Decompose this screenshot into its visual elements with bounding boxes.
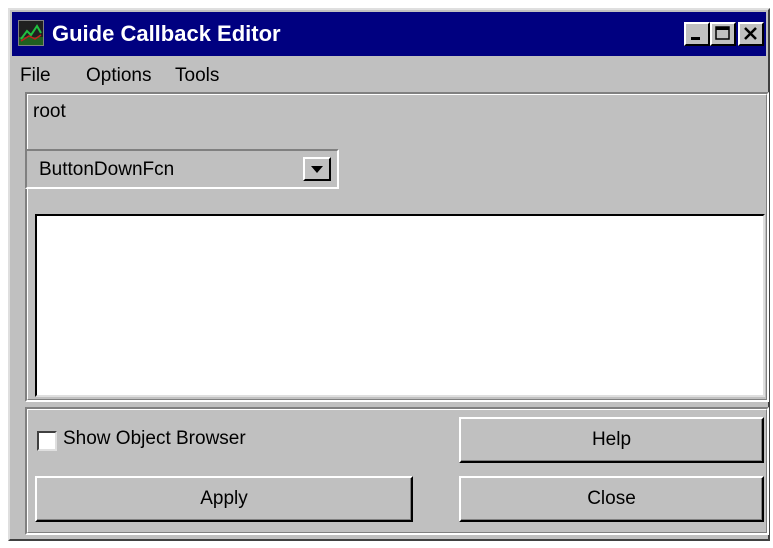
menu-file[interactable]: File	[20, 65, 51, 87]
apply-button[interactable]: Apply	[35, 476, 413, 522]
window-title: Guide Callback Editor	[52, 21, 281, 46]
minimize-button[interactable]	[684, 22, 710, 46]
callback-code-editor[interactable]	[35, 214, 765, 397]
app-icon[interactable]	[18, 20, 44, 46]
menu-tools[interactable]: Tools	[175, 65, 219, 87]
chevron-down-icon	[311, 166, 323, 173]
menu-bar: File Options Tools	[12, 58, 766, 94]
menu-options[interactable]: Options	[86, 65, 151, 87]
maximize-button[interactable]	[710, 22, 736, 46]
title-bar[interactable]: Guide Callback Editor	[12, 12, 766, 56]
matlab-logo-icon	[19, 21, 43, 45]
close-icon	[744, 27, 757, 40]
callback-select-dropdown-button[interactable]	[303, 157, 331, 181]
show-object-browser-label[interactable]: Show Object Browser	[63, 428, 246, 450]
minimize-icon	[691, 37, 700, 40]
help-button[interactable]: Help	[459, 417, 764, 463]
close-window-button[interactable]	[738, 22, 764, 46]
show-object-browser-checkbox[interactable]	[37, 431, 57, 451]
object-name-label: root	[33, 101, 66, 122]
callback-select-value: ButtonDownFcn	[39, 159, 175, 180]
close-button[interactable]: Close	[459, 476, 764, 522]
maximize-icon	[715, 26, 730, 40]
callback-select[interactable]: ButtonDownFcn	[25, 149, 339, 189]
